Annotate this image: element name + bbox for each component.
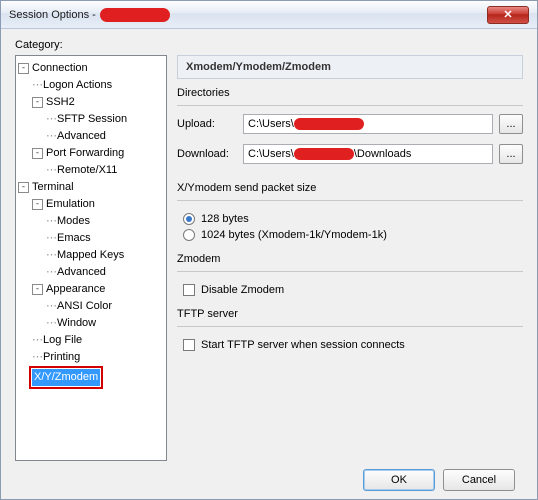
category-tree-panel: -Connection ⋯Logon Actions -SSH2 ⋯SFTP S…	[15, 55, 167, 461]
directories-label: Directories	[177, 87, 523, 99]
start-tftp-checkbox[interactable]: Start TFTP server when session connects	[183, 339, 523, 351]
close-button[interactable]: ✕	[487, 6, 529, 24]
tree-item-logon-actions[interactable]: ⋯Logon Actions	[32, 77, 164, 94]
tree-item-remote-x11[interactable]: ⋯Remote/X11	[46, 162, 164, 179]
titlebar: Session Options - ✕	[1, 1, 537, 29]
tree-item-advanced-2[interactable]: ⋯Advanced	[46, 264, 164, 281]
upload-browse-button[interactable]: ...	[499, 114, 523, 134]
collapse-icon[interactable]: -	[32, 284, 43, 295]
radio-1024-bytes[interactable]: 1024 bytes (Xmodem-1k/Ymodem-1k)	[183, 229, 523, 241]
checkbox-icon	[183, 339, 195, 351]
settings-panel: Xmodem/Ymodem/Zmodem Directories Upload:…	[177, 55, 529, 461]
tree-item-xyzmodem[interactable]: X/Y/Zmodem	[32, 369, 100, 386]
upload-input[interactable]: C:\Users\	[243, 114, 493, 134]
panel-heading: Xmodem/Ymodem/Zmodem	[177, 55, 523, 79]
upload-label: Upload:	[177, 118, 237, 130]
tree-item-emulation[interactable]: -Emulation	[32, 196, 164, 213]
tree-item-printing[interactable]: ⋯Printing	[32, 349, 164, 366]
close-icon: ✕	[503, 8, 512, 21]
tree-item-port-forwarding[interactable]: -Port Forwarding	[32, 145, 164, 162]
session-options-window: Session Options - ✕ Category: -Connectio…	[0, 0, 538, 500]
collapse-icon[interactable]: -	[32, 199, 43, 210]
tftp-group: TFTP server Start TFTP server when sessi…	[177, 308, 523, 355]
checkbox-icon	[183, 284, 195, 296]
collapse-icon[interactable]: -	[18, 182, 29, 193]
tree-item-ansi-color[interactable]: ⋯ANSI Color	[46, 298, 164, 315]
tree-item-emacs[interactable]: ⋯Emacs	[46, 230, 164, 247]
zmodem-label: Zmodem	[177, 253, 523, 265]
tree-item-sftp-session[interactable]: ⋯SFTP Session	[46, 111, 164, 128]
redacted-title	[100, 8, 170, 22]
tree-item-mapped-keys[interactable]: ⋯Mapped Keys	[46, 247, 164, 264]
directories-group: Directories Upload: C:\Users\ ... Downlo…	[177, 87, 523, 174]
download-label: Download:	[177, 148, 237, 160]
highlight-box: X/Y/Zmodem	[29, 366, 103, 389]
radio-icon	[183, 229, 195, 241]
tree-item-ssh2[interactable]: -SSH2	[32, 94, 164, 111]
tftp-label: TFTP server	[177, 308, 523, 320]
tree-item-appearance[interactable]: -Appearance	[32, 281, 164, 298]
redacted-text	[294, 118, 364, 130]
tree-item-terminal[interactable]: -Terminal	[18, 179, 164, 196]
download-input[interactable]: C:\Users\\Downloads	[243, 144, 493, 164]
cancel-button[interactable]: Cancel	[443, 469, 515, 491]
radio-icon	[183, 213, 195, 225]
tree-item-window[interactable]: ⋯Window	[46, 315, 164, 332]
collapse-icon[interactable]: -	[32, 148, 43, 159]
tree-item-advanced[interactable]: ⋯Advanced	[46, 128, 164, 145]
download-browse-button[interactable]: ...	[499, 144, 523, 164]
redacted-text	[294, 148, 354, 160]
tree-item-connection[interactable]: -Connection	[18, 60, 164, 77]
radio-128-bytes[interactable]: 128 bytes	[183, 213, 523, 225]
zmodem-group: Zmodem Disable Zmodem	[177, 253, 523, 300]
collapse-icon[interactable]: -	[32, 97, 43, 108]
ok-button[interactable]: OK	[363, 469, 435, 491]
tree-item-log-file[interactable]: ⋯Log File	[32, 332, 164, 349]
dialog-footer: OK Cancel	[15, 461, 529, 491]
packet-size-label: X/Ymodem send packet size	[177, 182, 523, 194]
tree-item-modes[interactable]: ⋯Modes	[46, 213, 164, 230]
window-title: Session Options -	[9, 9, 96, 21]
category-tree[interactable]: -Connection ⋯Logon Actions -SSH2 ⋯SFTP S…	[18, 60, 164, 389]
collapse-icon[interactable]: -	[18, 63, 29, 74]
category-label: Category:	[15, 39, 529, 51]
packet-size-group: X/Ymodem send packet size 128 bytes 1024…	[177, 182, 523, 245]
disable-zmodem-checkbox[interactable]: Disable Zmodem	[183, 284, 523, 296]
